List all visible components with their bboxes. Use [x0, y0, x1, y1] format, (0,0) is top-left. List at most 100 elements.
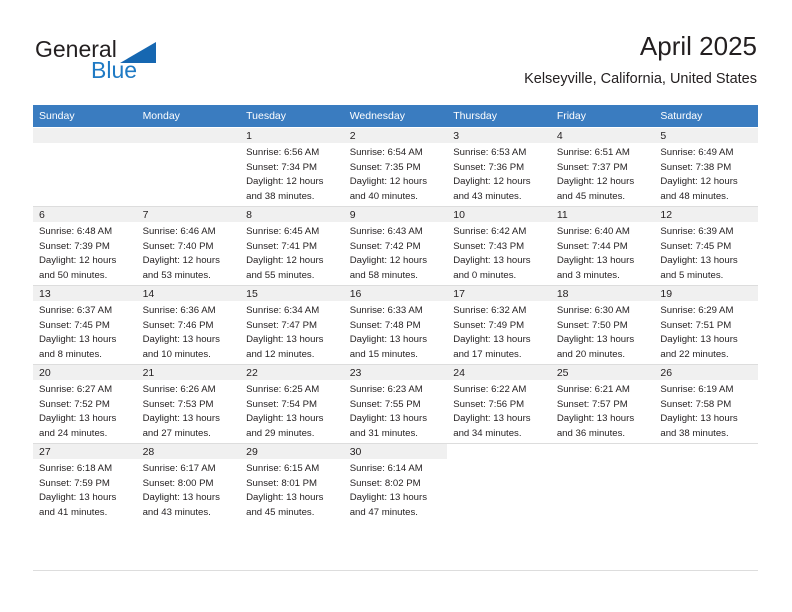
sunrise-text: Sunrise: 6:39 AM: [660, 226, 734, 237]
day-number: 3: [447, 128, 551, 143]
day-cell: 16 Sunrise: 6:33 AM Sunset: 7:48 PM Dayl…: [343, 286, 448, 364]
weekday-header-row: Sunday Monday Tuesday Wednesday Thursday…: [33, 105, 758, 128]
sunrise-text: Sunrise: 6:33 AM: [349, 305, 423, 316]
calendar-cell[interactable]: 15 Sunrise: 6:34 AM Sunset: 7:47 PM Dayl…: [240, 285, 344, 365]
day-details: Sunrise: 6:54 AM Sunset: 7:35 PM Dayligh…: [344, 143, 448, 204]
calendar-cell[interactable]: [550, 443, 655, 522]
sunrise-text: Sunrise: 6:26 AM: [142, 384, 216, 395]
sunrise-text: Sunrise: 6:54 AM: [349, 147, 423, 158]
day-cell: 21 Sunrise: 6:26 AM Sunset: 7:53 PM Dayl…: [136, 365, 241, 443]
calendar-cell[interactable]: 20 Sunrise: 6:27 AM Sunset: 7:52 PM Dayl…: [33, 364, 137, 444]
calendar-cell[interactable]: 27 Sunrise: 6:18 AM Sunset: 7:59 PM Dayl…: [33, 443, 137, 522]
daylight-text-line1: Daylight: 13 hours: [39, 492, 117, 504]
day-cell: 14 Sunrise: 6:36 AM Sunset: 7:46 PM Dayl…: [136, 286, 241, 364]
calendar-cell[interactable]: 19 Sunrise: 6:29 AM Sunset: 7:51 PM Dayl…: [654, 285, 758, 365]
day-cell: 11 Sunrise: 6:40 AM Sunset: 7:44 PM Dayl…: [550, 207, 655, 285]
daylight-text-line2: and 48 minutes.: [660, 190, 729, 202]
day-details: Sunrise: 6:30 AM Sunset: 7:50 PM Dayligh…: [551, 301, 655, 362]
sunrise-text: Sunrise: 6:21 AM: [556, 384, 630, 395]
day-number: 4: [550, 128, 655, 143]
calendar-cell[interactable]: [447, 443, 551, 522]
calendar-cell[interactable]: 16 Sunrise: 6:33 AM Sunset: 7:48 PM Dayl…: [343, 285, 448, 365]
sunrise-text: Sunrise: 6:19 AM: [660, 384, 734, 395]
daylight-text-line2: and 3 minutes.: [556, 269, 620, 281]
sunrise-text: Sunrise: 6:17 AM: [142, 463, 216, 474]
calendar-cell[interactable]: 3 Sunrise: 6:53 AM Sunset: 7:36 PM Dayli…: [447, 127, 551, 207]
calendar-cell[interactable]: 6 Sunrise: 6:48 AM Sunset: 7:39 PM Dayli…: [33, 206, 137, 286]
daylight-text-line2: and 34 minutes.: [453, 427, 522, 439]
calendar-cell[interactable]: [136, 127, 241, 207]
day-details: Sunrise: 6:27 AM Sunset: 7:52 PM Dayligh…: [33, 380, 137, 441]
day-details: Sunrise: 6:40 AM Sunset: 7:44 PM Dayligh…: [551, 222, 655, 283]
calendar-cell[interactable]: 2 Sunrise: 6:54 AM Sunset: 7:35 PM Dayli…: [343, 127, 448, 207]
general-blue-logo[interactable]: General Blue: [33, 34, 233, 90]
sunrise-text: Sunrise: 6:32 AM: [453, 305, 527, 316]
calendar-cell[interactable]: 12 Sunrise: 6:39 AM Sunset: 7:45 PM Dayl…: [654, 206, 758, 286]
sunset-text: Sunset: 7:43 PM: [453, 240, 525, 252]
daylight-text-line1: Daylight: 13 hours: [660, 413, 738, 425]
day-number: 25: [550, 365, 655, 380]
sunset-text: Sunset: 7:44 PM: [556, 240, 628, 252]
calendar-cell[interactable]: 25 Sunrise: 6:21 AM Sunset: 7:57 PM Dayl…: [550, 364, 655, 444]
day-number: 27: [33, 444, 137, 459]
calendar-cell[interactable]: 8 Sunrise: 6:45 AM Sunset: 7:41 PM Dayli…: [240, 206, 344, 286]
calendar-week-row: 27 Sunrise: 6:18 AM Sunset: 7:59 PM Dayl…: [33, 443, 758, 522]
sunset-text: Sunset: 7:53 PM: [142, 398, 214, 410]
calendar-cell[interactable]: 26 Sunrise: 6:19 AM Sunset: 7:58 PM Dayl…: [654, 364, 758, 444]
sunrise-text: Sunrise: 6:51 AM: [556, 147, 630, 158]
sunset-text: Sunset: 7:52 PM: [39, 398, 110, 410]
day-number: 6: [33, 207, 137, 222]
day-number: 9: [343, 207, 448, 222]
daylight-text-line1: Daylight: 13 hours: [246, 413, 324, 425]
day-details: Sunrise: 6:56 AM Sunset: 7:34 PM Dayligh…: [240, 143, 344, 204]
calendar-cell[interactable]: 5 Sunrise: 6:49 AM Sunset: 7:38 PM Dayli…: [654, 127, 758, 207]
daylight-text-line2: and 43 minutes.: [142, 506, 211, 518]
weekday-header-tuesday: Tuesday: [240, 105, 344, 128]
title-block: April 2025 Kelseyville, California, Unit…: [524, 30, 757, 88]
calendar-table: Sunday Monday Tuesday Wednesday Thursday…: [33, 105, 758, 522]
day-number: 19: [654, 286, 758, 301]
day-number: 1: [240, 128, 344, 143]
calendar-cell[interactable]: 28 Sunrise: 6:17 AM Sunset: 8:00 PM Dayl…: [136, 443, 241, 522]
sunrise-text: Sunrise: 6:22 AM: [453, 384, 527, 395]
weekday-header-monday: Monday: [136, 105, 241, 128]
day-number: 15: [240, 286, 344, 301]
daylight-text-line2: and 45 minutes.: [246, 506, 315, 518]
daylight-text-line2: and 12 minutes.: [246, 348, 315, 360]
calendar-cell[interactable]: 4 Sunrise: 6:51 AM Sunset: 7:37 PM Dayli…: [550, 127, 655, 207]
calendar-cell[interactable]: 1 Sunrise: 6:56 AM Sunset: 7:34 PM Dayli…: [240, 127, 344, 207]
calendar-cell[interactable]: 14 Sunrise: 6:36 AM Sunset: 7:46 PM Dayl…: [136, 285, 241, 365]
calendar-cell[interactable]: 30 Sunrise: 6:14 AM Sunset: 8:02 PM Dayl…: [343, 443, 448, 522]
calendar-cell[interactable]: [654, 443, 758, 522]
calendar-cell[interactable]: 22 Sunrise: 6:25 AM Sunset: 7:54 PM Dayl…: [240, 364, 344, 444]
day-cell: 10 Sunrise: 6:42 AM Sunset: 7:43 PM Dayl…: [447, 207, 551, 285]
day-cell: 17 Sunrise: 6:32 AM Sunset: 7:49 PM Dayl…: [447, 286, 551, 364]
day-number: 8: [240, 207, 344, 222]
sunrise-text: Sunrise: 6:53 AM: [453, 147, 527, 158]
day-details: Sunrise: 6:14 AM Sunset: 8:02 PM Dayligh…: [344, 459, 448, 520]
sunrise-text: Sunrise: 6:14 AM: [349, 463, 423, 474]
calendar-cell[interactable]: 29 Sunrise: 6:15 AM Sunset: 8:01 PM Dayl…: [240, 443, 344, 522]
calendar-cell[interactable]: 17 Sunrise: 6:32 AM Sunset: 7:49 PM Dayl…: [447, 285, 551, 365]
day-cell: 29 Sunrise: 6:15 AM Sunset: 8:01 PM Dayl…: [240, 444, 344, 522]
sunrise-text: Sunrise: 6:45 AM: [246, 226, 320, 237]
daylight-text-line1: Daylight: 13 hours: [453, 255, 531, 267]
day-details: Sunrise: 6:15 AM Sunset: 8:01 PM Dayligh…: [240, 459, 344, 520]
calendar-week-row: 1 Sunrise: 6:56 AM Sunset: 7:34 PM Dayli…: [33, 127, 758, 207]
sunset-text: Sunset: 7:48 PM: [349, 319, 421, 331]
calendar-week-row: 20 Sunrise: 6:27 AM Sunset: 7:52 PM Dayl…: [33, 364, 758, 444]
calendar-cell[interactable]: 24 Sunrise: 6:22 AM Sunset: 7:56 PM Dayl…: [447, 364, 551, 444]
calendar-cell[interactable]: 18 Sunrise: 6:30 AM Sunset: 7:50 PM Dayl…: [550, 285, 655, 365]
calendar-cell[interactable]: 11 Sunrise: 6:40 AM Sunset: 7:44 PM Dayl…: [550, 206, 655, 286]
calendar-cell[interactable]: 10 Sunrise: 6:42 AM Sunset: 7:43 PM Dayl…: [447, 206, 551, 286]
daylight-text-line2: and 38 minutes.: [246, 190, 315, 202]
calendar-cell[interactable]: 23 Sunrise: 6:23 AM Sunset: 7:55 PM Dayl…: [343, 364, 448, 444]
page-title: April 2025: [639, 31, 757, 61]
calendar-cell[interactable]: 21 Sunrise: 6:26 AM Sunset: 7:53 PM Dayl…: [136, 364, 241, 444]
calendar-cell[interactable]: 7 Sunrise: 6:46 AM Sunset: 7:40 PM Dayli…: [136, 206, 241, 286]
daylight-text-line1: Daylight: 13 hours: [349, 492, 428, 504]
calendar-cell[interactable]: 13 Sunrise: 6:37 AM Sunset: 7:45 PM Dayl…: [33, 285, 137, 365]
calendar-cell[interactable]: [33, 127, 137, 207]
sunrise-text: Sunrise: 6:46 AM: [142, 226, 216, 237]
calendar-cell[interactable]: 9 Sunrise: 6:43 AM Sunset: 7:42 PM Dayli…: [343, 206, 448, 286]
